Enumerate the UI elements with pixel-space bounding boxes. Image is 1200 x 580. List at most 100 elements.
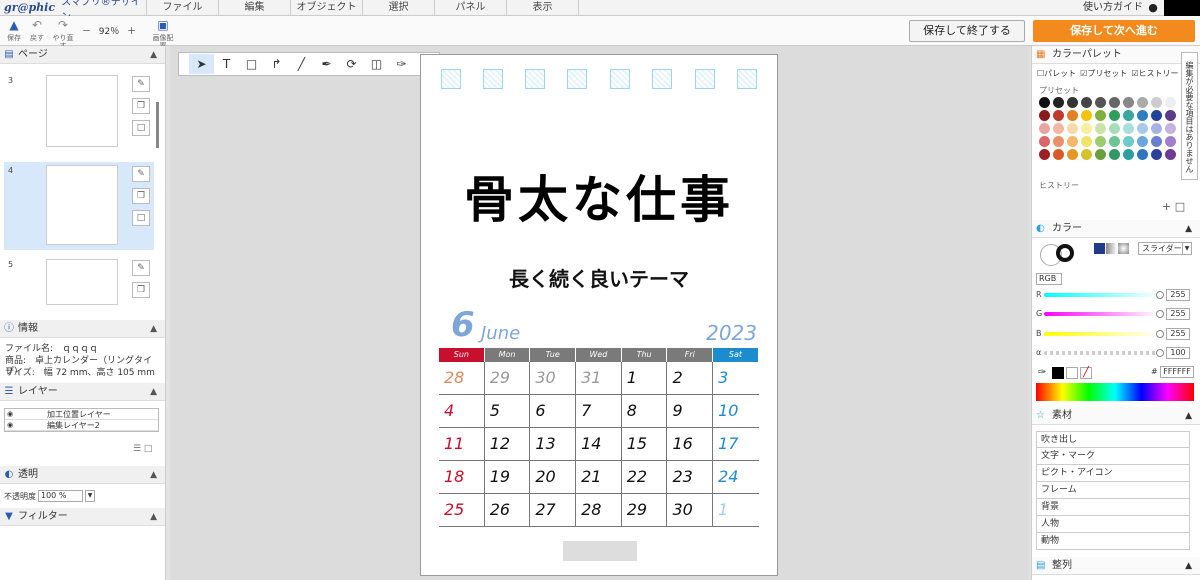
filter-header[interactable]: ▼ フィルター ▲	[0, 508, 165, 526]
color-swatch[interactable]	[1053, 136, 1064, 147]
color-swatch[interactable]	[1039, 110, 1050, 121]
chevron-down-icon[interactable]: ▼	[1182, 242, 1192, 255]
hex-input[interactable]: FFFFFF	[1160, 366, 1194, 378]
color-swatch[interactable]	[1165, 149, 1176, 160]
collapse-icon[interactable]: ▲	[150, 383, 157, 401]
eyedropper-tool-icon[interactable]: ✑	[389, 54, 414, 74]
color-swatch[interactable]	[1165, 110, 1176, 121]
transparency-header[interactable]: ◐ 透明 ▲	[0, 466, 165, 484]
align-tool-icon[interactable]: ◫	[364, 54, 389, 74]
color-swatch[interactable]	[1067, 149, 1078, 160]
radial-icon[interactable]	[1118, 243, 1129, 254]
color-swatch[interactable]	[1109, 123, 1120, 134]
b-slider-knob[interactable]	[1156, 330, 1164, 338]
color-header[interactable]: ◐ カラー ▲	[1032, 220, 1200, 238]
color-swatch[interactable]	[1095, 110, 1106, 121]
page-item-4[interactable]: 4 ✎ ❐ □	[4, 162, 154, 250]
g-slider-knob[interactable]	[1156, 310, 1164, 318]
alpha-slider-knob[interactable]	[1156, 349, 1164, 357]
b-slider[interactable]	[1044, 332, 1160, 336]
material-category[interactable]: ピクト・アイコン	[1036, 465, 1190, 482]
menu-view[interactable]: 表示	[507, 0, 579, 16]
chevron-down-icon[interactable]: ▼	[85, 490, 95, 502]
text-tool-icon[interactable]: T	[214, 54, 239, 74]
color-swatch[interactable]	[1165, 136, 1176, 147]
alpha-slider[interactable]	[1044, 351, 1160, 355]
tab-history[interactable]: ☑ヒストリー	[1131, 68, 1178, 79]
pen-tool-icon[interactable]: ✒	[314, 54, 339, 74]
calendar-grid[interactable]: Sun Mon Tue Wed Thu Fri Sat 28 29 30 31 1 2 3 4 5 6 7 8 9 1…	[439, 348, 759, 527]
color-swatch[interactable]	[1053, 149, 1064, 160]
footer-placeholder[interactable]	[563, 541, 637, 561]
edit-page-icon[interactable]: ✎	[132, 76, 150, 92]
info-header[interactable]: ⓘ 情報 ▲	[0, 320, 165, 338]
no-color-icon[interactable]: ╱	[1080, 367, 1092, 379]
color-swatch[interactable]	[1039, 97, 1050, 108]
menu-select[interactable]: 選択	[363, 0, 435, 16]
zoom-out-button[interactable]: －	[82, 24, 91, 37]
collapse-icon[interactable]: ▲	[1185, 557, 1192, 575]
color-swatch[interactable]	[1151, 110, 1162, 121]
color-swatch[interactable]	[1039, 123, 1050, 134]
color-swatch[interactable]	[1053, 123, 1064, 134]
collapse-icon[interactable]: ▲	[150, 320, 157, 338]
color-swatch[interactable]	[1109, 110, 1120, 121]
delete-page-icon[interactable]: □	[132, 120, 150, 136]
gradient-icon[interactable]	[1106, 243, 1117, 254]
collapse-icon[interactable]: ▲	[150, 46, 157, 64]
white-swatch[interactable]	[1066, 367, 1078, 379]
tab-palette[interactable]: ☐パレット	[1037, 68, 1076, 79]
material-category[interactable]: 人物	[1036, 516, 1190, 533]
g-input[interactable]: 255	[1166, 308, 1190, 320]
rotate-tool-icon[interactable]: ⟳	[339, 54, 364, 74]
color-swatch[interactable]	[1095, 149, 1106, 160]
color-swatch[interactable]	[1081, 110, 1092, 121]
color-swatch[interactable]	[1123, 97, 1134, 108]
redo-button[interactable]: ↷ やり直す	[50, 18, 76, 50]
user-icon[interactable]: ●	[1146, 1, 1160, 15]
page-subtitle[interactable]: 長く続く良いテーマ	[421, 263, 777, 292]
color-swatch[interactable]	[1067, 97, 1078, 108]
r-slider[interactable]	[1044, 293, 1160, 297]
line-tool-icon[interactable]: ╱	[289, 54, 314, 74]
color-swatch[interactable]	[1151, 123, 1162, 134]
edit-page-icon[interactable]: ✎	[132, 166, 150, 182]
collapse-icon[interactable]: ▲	[150, 508, 157, 526]
material-category[interactable]: 動物	[1036, 533, 1190, 550]
color-swatch[interactable]	[1039, 149, 1050, 160]
copy-page-icon[interactable]: ❐	[132, 188, 150, 204]
color-swatch[interactable]	[1067, 136, 1078, 147]
menu-edit[interactable]: 編集	[219, 0, 291, 16]
color-swatch[interactable]	[1165, 97, 1176, 108]
copy-page-icon[interactable]: ❐	[132, 98, 150, 114]
layers-header[interactable]: ☰ レイヤー ▲	[0, 383, 165, 401]
layer-row[interactable]: ◉ 編集レイヤー2	[5, 420, 158, 431]
add-layer-icon[interactable]: ☰ □	[133, 444, 152, 454]
rectangle-tool-icon[interactable]: □	[239, 54, 264, 74]
design-page[interactable]: 骨太な仕事 長く続く良いテーマ 6 June 2023 Sun Mon Tue Wed…	[420, 54, 778, 576]
color-swatch[interactable]	[1123, 110, 1134, 121]
black-swatch[interactable]	[1052, 367, 1064, 379]
collapse-icon[interactable]: ▲	[1185, 220, 1192, 238]
month-number[interactable]: 6	[451, 305, 475, 345]
color-swatch[interactable]	[1137, 123, 1148, 134]
solid-icon[interactable]	[1094, 243, 1105, 254]
color-swatch[interactable]	[1137, 110, 1148, 121]
month-name[interactable]: June	[481, 323, 520, 344]
copy-page-icon[interactable]: ❐	[132, 282, 150, 298]
hue-spectrum[interactable]	[1036, 383, 1194, 401]
menu-object[interactable]: オブジェクト	[291, 0, 363, 16]
color-model-select[interactable]: RGB	[1036, 273, 1062, 285]
color-swatch[interactable]	[1081, 136, 1092, 147]
material-category[interactable]: 吹き出し	[1036, 431, 1190, 448]
material-category[interactable]: フレーム	[1036, 482, 1190, 499]
color-swatch[interactable]	[1109, 97, 1120, 108]
color-swatch[interactable]	[1151, 97, 1162, 108]
color-swatch[interactable]	[1123, 123, 1134, 134]
undo-button[interactable]: ↶ 戻す	[24, 18, 50, 44]
collapse-icon[interactable]: ▲	[1185, 407, 1192, 425]
eye-icon[interactable]: ◉	[7, 409, 13, 420]
materials-header[interactable]: ☆ 素材 ▲	[1032, 407, 1200, 425]
add-swatch-icon[interactable]: + □	[1162, 200, 1185, 213]
g-slider[interactable]	[1044, 312, 1160, 316]
